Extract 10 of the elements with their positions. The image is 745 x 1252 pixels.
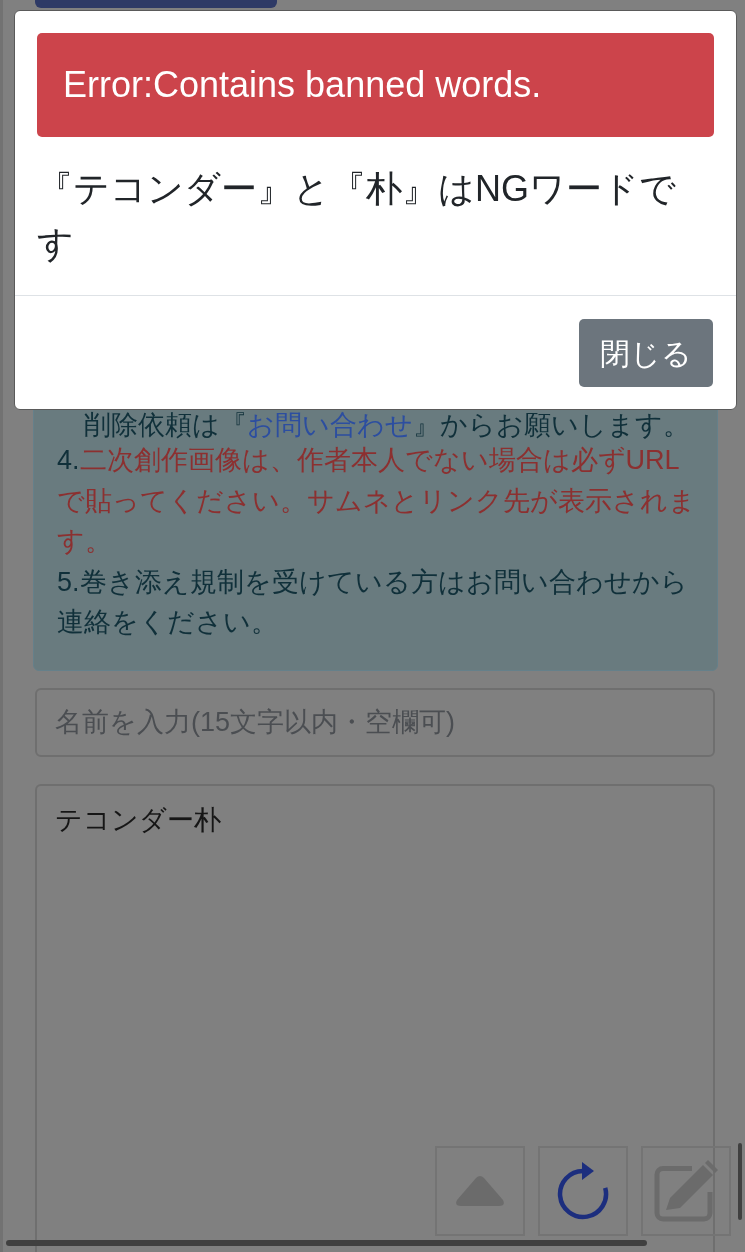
vertical-scrollbar[interactable] [738, 1143, 742, 1220]
close-button[interactable]: 閉じる [579, 319, 713, 387]
reload-icon [556, 1161, 610, 1221]
error-message: 『テコンダー』と『朴』はNGワードです [37, 167, 677, 266]
notice-text: 4.二次創作画像は、作者本人でない場合は必ずURLで貼ってください。サムネとリンク先が表示されます。 [57, 444, 697, 558]
notice-text: 削除依頼は『お問い合わせ』からお願いします。 [83, 410, 691, 440]
horizontal-scrollbar[interactable] [6, 1240, 647, 1246]
notice-text: 5.巻き添え規制を受けている方はお問い合わせから連絡をください。 [57, 565, 689, 639]
error-alert: Error:Contains banned words. [37, 33, 714, 137]
reload-button[interactable] [538, 1146, 628, 1236]
